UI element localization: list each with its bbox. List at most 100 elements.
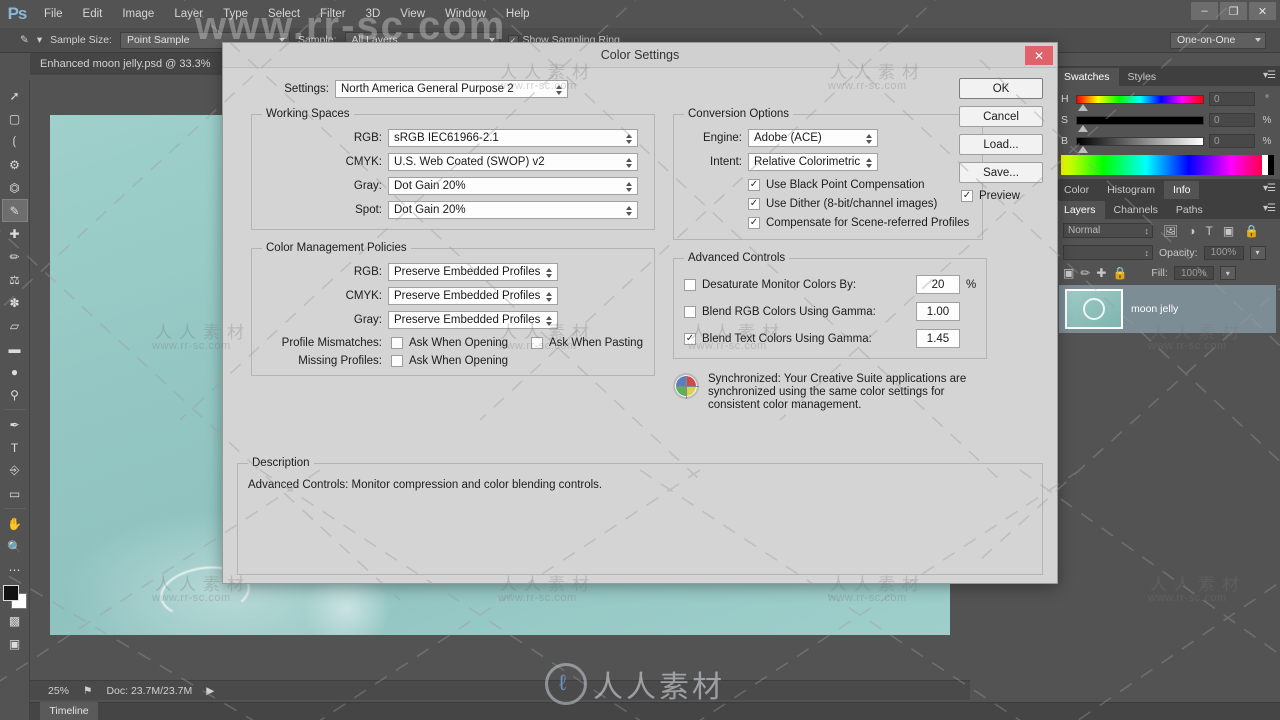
save-button[interactable]: Save... — [959, 162, 1043, 183]
intent-select[interactable]: Relative Colorimetric — [748, 153, 878, 171]
policy-gray-select[interactable]: Preserve Embedded Profiles — [388, 311, 558, 329]
type-tool-icon[interactable]: T — [2, 436, 28, 459]
gradient-tool-icon[interactable]: ▬ — [2, 337, 28, 360]
blend-text-gamma-checkbox[interactable]: Blend Text Colors Using Gamma: — [684, 332, 916, 345]
fill-value[interactable]: 100% — [1173, 266, 1214, 280]
brightness-slider[interactable] — [1076, 136, 1204, 153]
zoom-level[interactable]: 25% — [48, 685, 69, 697]
brightness-value-field[interactable]: 0 — [1209, 134, 1255, 148]
info-panel-menu-icon[interactable]: ▾☰ — [1263, 183, 1276, 194]
panel-menu-icon[interactable]: ▾☰ — [1263, 70, 1276, 81]
tab-channels[interactable]: Channels — [1104, 201, 1167, 219]
layer-filter-select[interactable]: Normal — [1063, 223, 1153, 238]
lasso-tool-icon[interactable]: ⟮ — [2, 130, 28, 153]
layer-list-item[interactable]: moon jelly — [1059, 285, 1276, 333]
dialog-title-bar[interactable]: Color Settings ✕ — [223, 43, 1057, 68]
eyedropper-icon[interactable]: ✎ — [20, 34, 29, 46]
tab-timeline[interactable]: Timeline — [40, 702, 98, 720]
tab-styles[interactable]: Styles — [1118, 68, 1166, 86]
brightness-slider-thumb[interactable] — [1078, 145, 1088, 153]
blend-mode-select[interactable] — [1063, 245, 1153, 260]
cancel-button[interactable]: Cancel — [959, 106, 1043, 127]
policy-rgb-select[interactable]: Preserve Embedded Profiles — [388, 263, 558, 281]
edit-toolbar-icon[interactable]: ⋯ — [2, 558, 28, 581]
filter-shape-icon[interactable]: ▣ — [1223, 224, 1234, 238]
ask-when-opening-mismatch-checkbox[interactable]: Ask When Opening — [391, 337, 531, 349]
eraser-tool-icon[interactable]: ▱ — [2, 314, 28, 337]
blend-rgb-gamma-checkbox[interactable]: Blend RGB Colors Using Gamma: — [684, 305, 916, 318]
dialog-close-icon[interactable]: ✕ — [1025, 46, 1053, 65]
hand-tool-icon[interactable]: ✋ — [2, 512, 28, 535]
saturation-slider-thumb[interactable] — [1078, 124, 1088, 132]
compensate-scene-referred-checkbox[interactable]: Compensate for Scene-referred Profiles — [748, 217, 972, 229]
menu-type[interactable]: Type — [213, 0, 258, 28]
status-arrow-icon[interactable]: ▶ — [206, 685, 214, 697]
preview-checkbox[interactable]: Preview — [961, 190, 1043, 202]
zoom-tool-icon[interactable]: 🔍 — [2, 535, 28, 558]
minimize-icon[interactable]: – — [1191, 2, 1218, 20]
blend-text-gamma-input[interactable]: 1.45 — [916, 329, 960, 348]
menu-help[interactable]: Help — [496, 0, 540, 28]
quick-mask-icon[interactable]: ▩ — [2, 609, 28, 632]
ok-button[interactable]: OK — [959, 78, 1043, 99]
crop-tool-icon[interactable]: ⏣ — [2, 176, 28, 199]
quick-selection-tool-icon[interactable]: ⚙ — [2, 153, 28, 176]
tab-swatches[interactable]: Swatches — [1055, 68, 1119, 86]
dodge-tool-icon[interactable]: ⚲ — [2, 383, 28, 406]
close-icon[interactable]: ✕ — [1249, 2, 1276, 20]
saturation-value-field[interactable]: 0 — [1209, 113, 1255, 127]
blend-rgb-gamma-input[interactable]: 1.00 — [916, 302, 960, 321]
hue-slider-thumb[interactable] — [1078, 103, 1088, 111]
ask-when-pasting-checkbox[interactable]: Ask When Pasting — [531, 337, 643, 349]
menu-layer[interactable]: Layer — [164, 0, 213, 28]
marquee-tool-icon[interactable]: ▢ — [2, 107, 28, 130]
menu-filter[interactable]: Filter — [310, 0, 356, 28]
saturation-slider[interactable] — [1076, 115, 1204, 132]
filter-type-icon[interactable]: T — [1205, 224, 1212, 238]
menu-image[interactable]: Image — [112, 0, 164, 28]
blur-tool-icon[interactable]: ● — [2, 360, 28, 383]
working-cmyk-select[interactable]: U.S. Web Coated (SWOP) v2 — [388, 153, 638, 171]
spot-healing-tool-icon[interactable]: ✚ — [2, 222, 28, 245]
working-rgb-select[interactable]: sRGB IEC61966-2.1 — [388, 129, 638, 147]
move-tool-icon[interactable]: ➚ — [2, 84, 28, 107]
load-button[interactable]: Load... — [959, 134, 1043, 155]
desaturate-monitor-input[interactable]: 20 — [916, 275, 960, 294]
filter-smart-object-icon[interactable]: 🔒 — [1244, 224, 1259, 238]
screen-mode-icon[interactable]: ▣ — [2, 632, 28, 655]
black-white-swatch[interactable] — [1262, 155, 1274, 175]
lock-all-icon[interactable]: 🔒 — [1112, 266, 1127, 280]
path-selection-tool-icon[interactable]: ⎆ — [2, 459, 28, 482]
lock-pixels-icon[interactable]: ▣ — [1063, 266, 1074, 280]
menu-file[interactable]: File — [34, 0, 73, 28]
opacity-value[interactable]: 100% — [1203, 245, 1244, 260]
engine-select[interactable]: Adobe (ACE) — [748, 129, 878, 147]
hue-value-field[interactable]: 0 — [1209, 92, 1255, 106]
brush-tool-icon[interactable]: ✏ — [2, 245, 28, 268]
working-gray-select[interactable]: Dot Gain 20% — [388, 177, 638, 195]
working-spot-select[interactable]: Dot Gain 20% — [388, 201, 638, 219]
opacity-chevron-down-icon[interactable]: ▾ — [1249, 245, 1266, 260]
foreground-color-swatch[interactable] — [2, 585, 19, 601]
rectangle-tool-icon[interactable]: ▭ — [2, 482, 28, 505]
layers-panel-menu-icon[interactable]: ▾☰ — [1263, 203, 1276, 214]
desaturate-monitor-checkbox[interactable]: Desaturate Monitor Colors By: — [684, 278, 916, 291]
black-point-compensation-checkbox[interactable]: Use Black Point Compensation — [748, 179, 972, 191]
lock-brush-icon[interactable]: ✏ — [1080, 266, 1090, 280]
layer-thumbnail[interactable] — [1065, 289, 1123, 329]
workspace-select[interactable]: One-on-One — [1170, 31, 1266, 49]
fill-chevron-down-icon[interactable]: ▾ — [1219, 266, 1236, 280]
tab-histogram[interactable]: Histogram — [1098, 181, 1164, 199]
eyedropper-tool-icon[interactable]: ✎ — [1, 199, 28, 222]
lock-position-icon[interactable]: ✚ — [1096, 266, 1106, 280]
tab-info[interactable]: Info — [1163, 181, 1200, 199]
use-dither-checkbox[interactable]: Use Dither (8-bit/channel images) — [748, 198, 972, 210]
filter-adjustment-icon[interactable]: ◑ — [1188, 224, 1195, 238]
menu-select[interactable]: Select — [258, 0, 310, 28]
hue-slider[interactable] — [1076, 94, 1204, 111]
history-brush-tool-icon[interactable]: ✽ — [2, 291, 28, 314]
tab-color[interactable]: Color — [1055, 181, 1099, 199]
tab-paths[interactable]: Paths — [1166, 201, 1212, 219]
share-icon[interactable]: ⚑ — [83, 685, 92, 697]
menu-edit[interactable]: Edit — [73, 0, 113, 28]
